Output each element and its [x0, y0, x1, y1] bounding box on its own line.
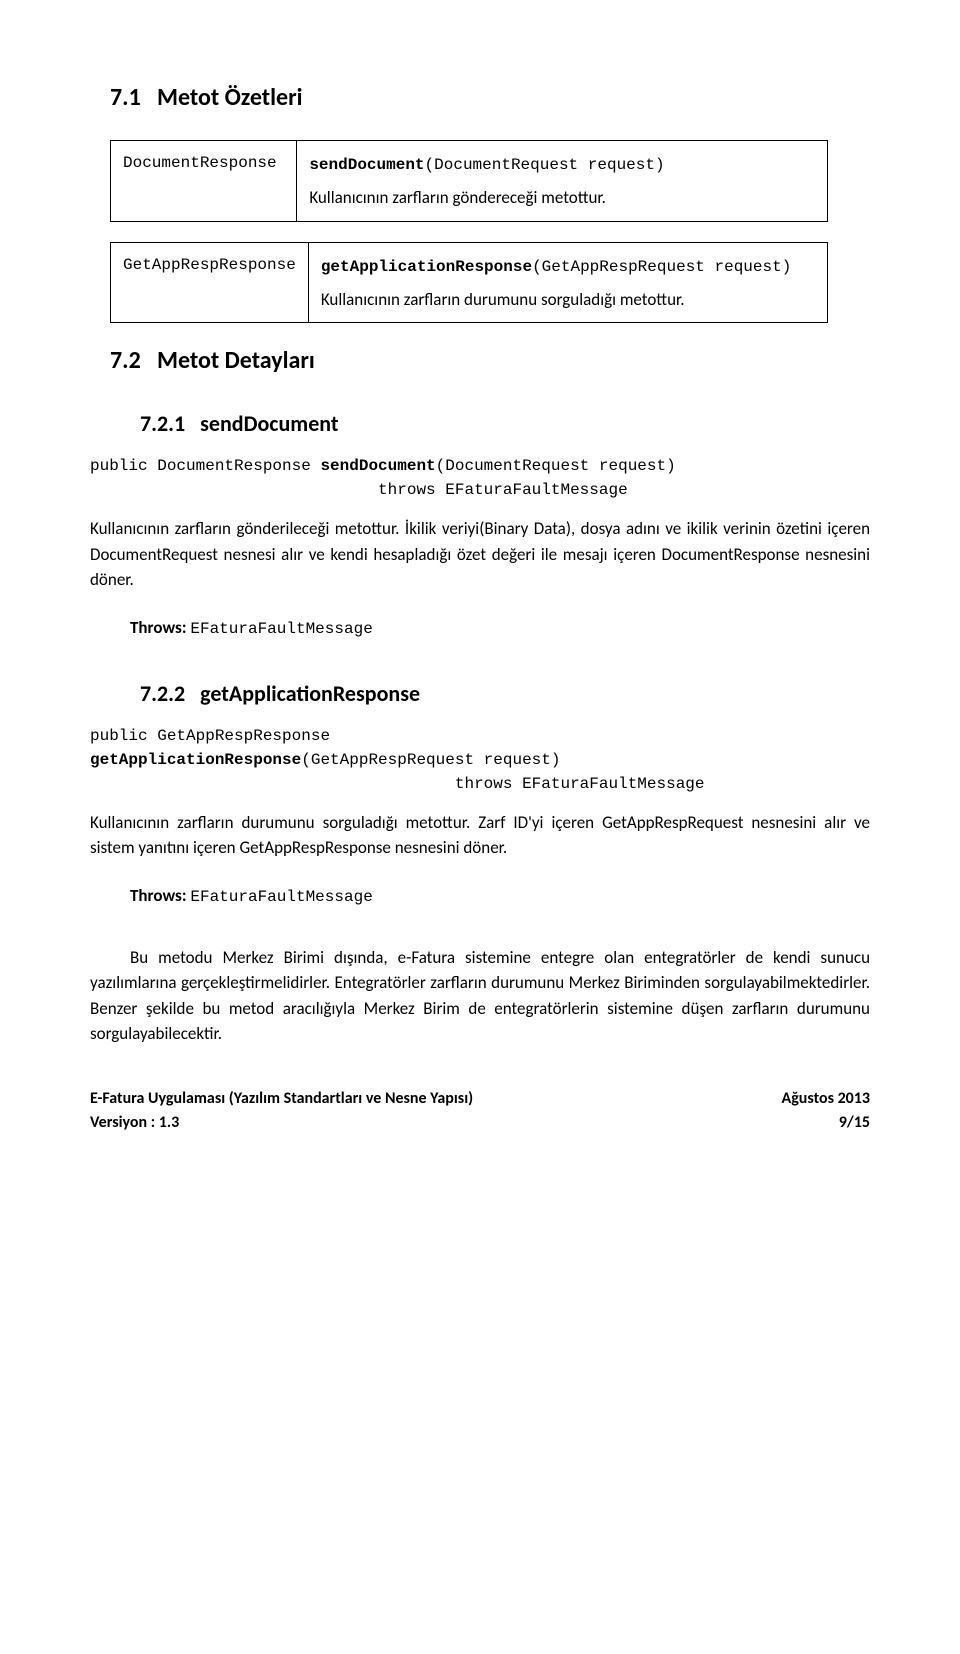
section-7-2-2-heading: 7.2.2 getApplicationResponse: [90, 677, 870, 710]
signature-cell: sendDocument(DocumentRequest request) Ku…: [297, 141, 827, 222]
method-signature: getApplicationResponse(GetAppRespRequest…: [321, 258, 791, 276]
table-row: GetAppRespResponse getApplicationRespons…: [111, 242, 828, 323]
page-footer: E-Fatura Uygulaması (Yazılım Standartlar…: [90, 1087, 870, 1135]
throws-721: Throws: EFaturaFaultMessage: [130, 615, 870, 641]
section-number: 7.2: [110, 346, 141, 375]
method-description: Kullanıcının zarfların göndereceği metot…: [309, 185, 814, 211]
subsection-title: getApplicationResponse: [200, 680, 420, 707]
return-type-cell: GetAppRespResponse: [111, 242, 309, 323]
subsection-number: 7.2.2: [140, 680, 185, 707]
return-type-cell: DocumentResponse: [111, 141, 297, 222]
subsection-number: 7.2.1: [140, 410, 185, 437]
paragraph-722b: Bu metodu Merkez Birimi dışında, e-Fatur…: [90, 945, 870, 1047]
table-row: DocumentResponse sendDocument(DocumentRe…: [111, 141, 828, 222]
section-7-1-heading: 7.1 Metot Özetleri: [90, 80, 870, 116]
paragraph-722a: Kullanıcının zarfların durumunu sorgulad…: [90, 810, 870, 861]
footer-page-number: 9/15: [782, 1111, 871, 1135]
section-title: Metot Detayları: [157, 346, 315, 375]
footer-title: E-Fatura Uygulaması (Yazılım Standartlar…: [90, 1087, 473, 1111]
subsection-title: sendDocument: [200, 410, 338, 437]
throws-label: Throws:: [130, 617, 190, 638]
signature-cell: getApplicationResponse(GetAppRespRequest…: [308, 242, 827, 323]
method-description: Kullanıcının zarfların durumunu sorgulad…: [321, 287, 815, 313]
summary-table-2: GetAppRespResponse getApplicationRespons…: [110, 242, 828, 324]
paragraph-721: Kullanıcının zarfların gönderileceği met…: [90, 516, 870, 593]
summary-table-1: DocumentResponse sendDocument(DocumentRe…: [110, 140, 828, 222]
code-signature-722: public GetAppRespResponse getApplication…: [90, 724, 870, 796]
footer-version: Versiyon : 1.3: [90, 1111, 473, 1135]
footer-date: Ağustos 2013: [782, 1087, 871, 1111]
section-7-2-heading: 7.2 Metot Detayları: [90, 343, 870, 379]
section-title: Metot Özetleri: [157, 83, 302, 112]
throws-label: Throws:: [130, 885, 190, 906]
footer-right: Ağustos 2013 9/15: [782, 1087, 871, 1135]
throws-value: EFaturaFaultMessage: [190, 888, 372, 906]
throws-722: Throws: EFaturaFaultMessage: [130, 883, 870, 909]
footer-left: E-Fatura Uygulaması (Yazılım Standartlar…: [90, 1087, 473, 1135]
code-signature-721: public DocumentResponse sendDocument(Doc…: [90, 454, 870, 502]
method-signature: sendDocument(DocumentRequest request): [309, 156, 664, 174]
throws-value: EFaturaFaultMessage: [190, 620, 372, 638]
section-7-2-1-heading: 7.2.1 sendDocument: [90, 407, 870, 440]
section-number: 7.1: [110, 83, 141, 112]
